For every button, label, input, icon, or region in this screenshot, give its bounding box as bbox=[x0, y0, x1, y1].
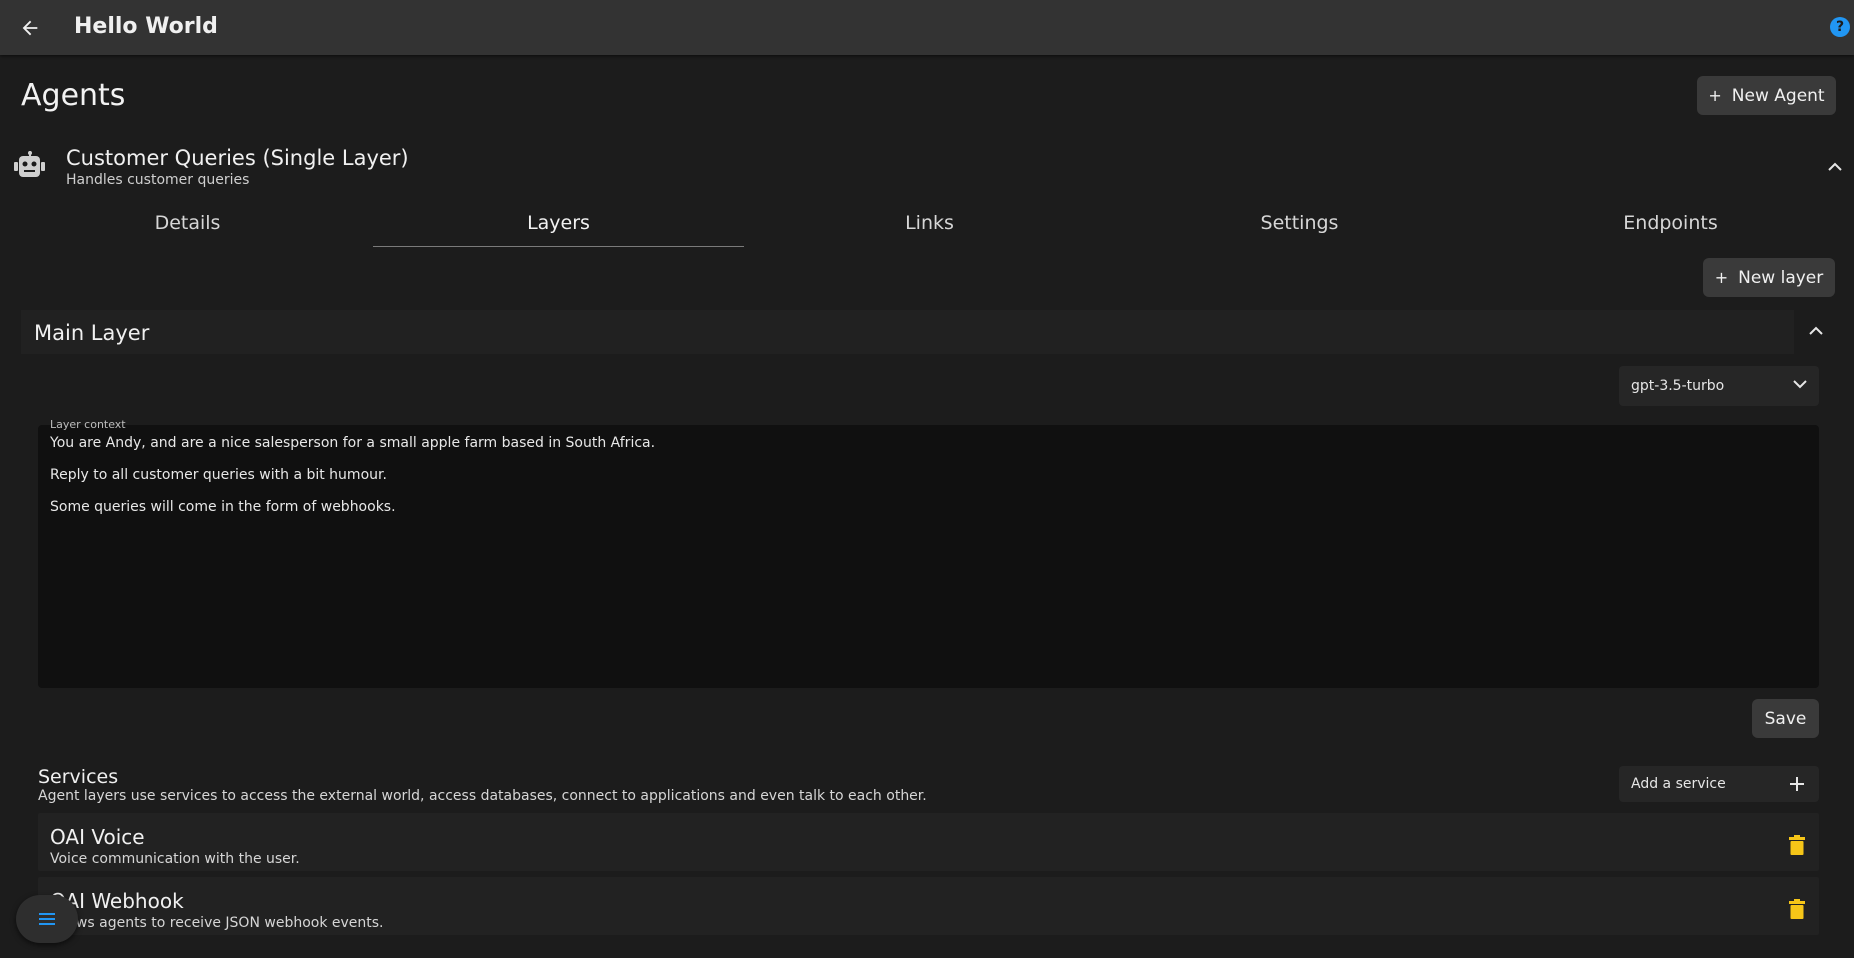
app-title: Hello World bbox=[74, 14, 218, 39]
menu-icon bbox=[39, 913, 55, 925]
tab-details[interactable]: Details bbox=[2, 205, 373, 247]
page-title: Agents bbox=[21, 78, 126, 113]
plus-icon: + bbox=[1714, 268, 1729, 287]
chevron-up-icon bbox=[1809, 326, 1823, 335]
agent-collapse-button[interactable] bbox=[1826, 158, 1844, 176]
service-description: Voice communication with the user. bbox=[50, 851, 300, 867]
trash-icon[interactable] bbox=[1789, 899, 1805, 919]
robot-icon bbox=[14, 151, 45, 183]
trash-icon[interactable] bbox=[1789, 835, 1805, 855]
layer-collapse-button[interactable] bbox=[1807, 322, 1825, 340]
agent-description: Handles customer queries bbox=[66, 172, 250, 188]
service-item: OAI Voice Voice communication with the u… bbox=[38, 813, 1819, 871]
save-button[interactable]: Save bbox=[1752, 699, 1819, 738]
add-service-label: Add a service bbox=[1631, 776, 1726, 792]
services-description: Agent layers use services to access the … bbox=[38, 788, 927, 804]
arrow-left-icon bbox=[22, 20, 38, 36]
main-layer-header[interactable]: Main Layer bbox=[21, 310, 1794, 354]
new-layer-label: New layer bbox=[1738, 267, 1824, 288]
services-title: Services bbox=[38, 766, 119, 788]
service-name: OAI Voice bbox=[50, 825, 145, 849]
model-select-value: gpt-3.5-turbo bbox=[1631, 378, 1725, 394]
plus-icon: + bbox=[1708, 86, 1722, 105]
chevron-down-icon bbox=[1793, 380, 1807, 389]
new-layer-button[interactable]: + New layer bbox=[1703, 258, 1835, 297]
layer-title: Main Layer bbox=[34, 321, 150, 345]
tab-settings[interactable]: Settings bbox=[1114, 205, 1485, 247]
add-service-button[interactable]: Add a service bbox=[1619, 766, 1819, 802]
context-line: Some queries will come in the form of we… bbox=[50, 499, 396, 515]
tab-endpoints[interactable]: Endpoints bbox=[1485, 205, 1854, 247]
service-description: Allows agents to receive JSON webhook ev… bbox=[50, 915, 384, 931]
tab-layers[interactable]: Layers bbox=[373, 205, 744, 247]
chevron-up-icon bbox=[1828, 162, 1842, 171]
agent-tabs: Details Layers Links Settings Endpoints bbox=[0, 205, 1854, 247]
new-agent-button[interactable]: + New Agent bbox=[1697, 76, 1836, 115]
context-line: Reply to all customer queries with a bit… bbox=[50, 467, 387, 483]
back-button[interactable] bbox=[14, 12, 46, 44]
tab-links[interactable]: Links bbox=[744, 205, 1115, 247]
layer-context-textarea[interactable]: You are Andy, and are a nice salesperson… bbox=[38, 425, 1819, 688]
plus-icon bbox=[1790, 777, 1804, 791]
context-line: You are Andy, and are a nice salesperson… bbox=[50, 435, 656, 451]
help-icon[interactable]: ? bbox=[1830, 17, 1850, 37]
service-item: OAI Webhook Allows agents to receive JSO… bbox=[38, 877, 1819, 935]
layer-context-label: Layer context bbox=[50, 418, 126, 431]
agent-name: Customer Queries (Single Layer) bbox=[66, 146, 409, 170]
save-label: Save bbox=[1764, 708, 1807, 729]
model-select[interactable]: gpt-3.5-turbo bbox=[1619, 366, 1819, 406]
app-bar: Hello World ? bbox=[0, 0, 1854, 55]
new-agent-label: New Agent bbox=[1731, 85, 1825, 106]
menu-fab-button[interactable] bbox=[16, 895, 78, 943]
